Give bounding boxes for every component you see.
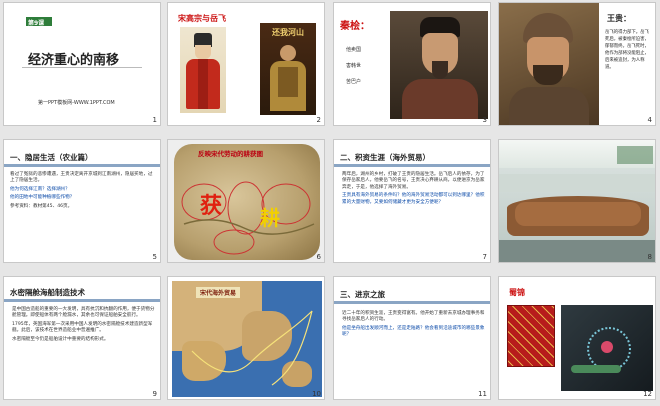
slide-bullets: 是中国古造船的重要的一大发明，具有抗沉和抗翻的作用，便于货物分舱管理。即使船体有… bbox=[12, 307, 156, 345]
title-bar-stripe bbox=[334, 301, 490, 304]
shu-brocade-peacock-image bbox=[561, 305, 653, 391]
title-bar-stripe bbox=[4, 164, 160, 167]
slide-bullets: 两年后，湖州的乡村，打破了王贵的隐居生活。岳飞后人的依存，为了保存岳家后人，他要… bbox=[342, 172, 486, 208]
big-char-harvest: 获 bbox=[200, 194, 223, 219]
slide-thumbnail-9[interactable]: 水密隔舱海船制造技术 是中国古造船的重要的一大发明，具有抗沉和抗翻的作用，便于货… bbox=[3, 276, 161, 400]
bullet-item-3: 苦巴户 bbox=[346, 79, 362, 85]
slide-thumbnail-3[interactable]: 秦桧： 他卖国 害韩世 苦巴户 3 bbox=[333, 2, 491, 126]
big-char-plough: 耕 bbox=[260, 206, 280, 230]
qin-hui-portrait-image bbox=[390, 11, 488, 119]
slide-number: 12 bbox=[643, 390, 652, 398]
slide-bullets: 近二十年的积资生涯，王贵变得富有。他开始了重新去京城办理事务和寻找岳家后人的行动… bbox=[342, 311, 486, 341]
bullet-2: 1795年，英国海军第一次采用中国人发明的水密隔舱技术建造新型军舰。此后，该技术… bbox=[12, 321, 153, 334]
bullet-1: 近二十年的积资生涯，王贵变得富有。他开始了重新去京城办理事务和寻找岳家后人的行动… bbox=[342, 311, 485, 323]
bullet-2: 他是坐舟船出发顺河而上，还是走陆路？他会看到沿途城市的哪些景象呢？ bbox=[342, 325, 485, 338]
title-bar-stripe bbox=[4, 299, 160, 302]
bullet-4: 参考资料：教材第45、46页。 bbox=[10, 203, 73, 209]
slide-title: 王贵： bbox=[607, 14, 631, 23]
painting-outlines bbox=[181, 181, 315, 255]
bullet-1: 看过了冤狱的悲惨遭遇，王贵决定离开京城到江南湖州，隐居买地，过上了隐居生活。 bbox=[10, 172, 153, 184]
slide-thumbnail-4[interactable]: 王贵： 岳飞的得力部下。岳飞死后，被秦桧所迫害，郁郁而终。岳飞死时，他作为部将没… bbox=[498, 2, 656, 126]
slide-thumbnail-12[interactable]: 蜀锦 12 bbox=[498, 276, 656, 400]
slide-thumbnail-2[interactable]: 宋高宗与岳飞 还我河山 2 bbox=[167, 2, 325, 126]
slide-number: 4 bbox=[647, 116, 652, 124]
slide-thumbnail-10[interactable]: 宋代海外贸易 10 bbox=[167, 276, 325, 400]
bullet-item-2: 害韩世 bbox=[346, 63, 362, 69]
slide-thumbnail-5[interactable]: 一、隐居生活（农业篇） 看过了冤狱的悲惨遭遇，王贵决定离开京城到江南湖州，隐居买… bbox=[3, 139, 161, 263]
slide-thumbnail-1[interactable]: 第9课 经济重心的南移 第一PPT模板网-WWW.1PPT.COM 1 bbox=[3, 2, 161, 126]
slide-thumbnail-8[interactable]: 8 bbox=[498, 139, 656, 263]
slide-number: 5 bbox=[152, 253, 157, 261]
wang-gui-portrait-image bbox=[499, 3, 599, 125]
slide-number: 3 bbox=[482, 116, 487, 124]
slide-number: 10 bbox=[312, 390, 321, 398]
bullet-1: 是中国古造船的重要的一大发明，具有抗沉和抗翻的作用，便于货物分舱管理。即使船体有… bbox=[12, 307, 155, 319]
bullet-2: 他为何选择江南？选择湖州？ bbox=[10, 186, 70, 192]
slide-title: 宋高宗与岳飞 bbox=[178, 14, 226, 23]
slide-title: 反映宋代劳动的耕获图 bbox=[198, 150, 263, 158]
slide-number: 1 bbox=[152, 116, 157, 124]
emperor-portrait-image bbox=[180, 27, 226, 113]
slide-number: 2 bbox=[316, 116, 321, 124]
slide-title: 经济重心的南移 bbox=[28, 53, 120, 68]
bullet-1: 两年后，湖州的乡村，打破了王贵的隐居生活。岳飞后人的依存，为了保存岳家后人，他要… bbox=[342, 172, 485, 190]
slide-number: 8 bbox=[647, 253, 652, 261]
slide-thumbnail-6[interactable]: 反映宋代劳动的耕获图 获 耕 6 bbox=[167, 139, 325, 263]
slide-title: 水密隔舱海船制造技术 bbox=[10, 288, 85, 297]
lesson-badge-label: 第9课 bbox=[28, 20, 45, 27]
title-bar-stripe bbox=[334, 164, 490, 167]
slide-body-text: 岳飞的得力部下。岳飞死后，被秦桧所迫害，郁郁而终。岳飞死时，他作为部将没能阻止，… bbox=[605, 30, 649, 70]
slide-thumbnail-7[interactable]: 二、积资生涯（海外贸易） 两年后，湖州的乡村，打破了王贵的隐居生活。岳飞后人的依… bbox=[333, 139, 491, 263]
shu-brocade-red-image bbox=[507, 305, 555, 367]
slide-bullets: 看过了冤狱的悲惨遭遇，王贵决定离开京城到江南湖州，隐居买地，过上了隐居生活。 他… bbox=[10, 172, 156, 212]
calligraphy-banner: 还我河山 bbox=[272, 28, 304, 37]
footer-text: 第一PPT模板网-WWW.1PPT.COM bbox=[38, 100, 115, 106]
slide-title: 一、隐居生活（农业篇） bbox=[10, 153, 93, 162]
trade-route-lines bbox=[191, 310, 313, 386]
trade-route-map-image: 宋代海外贸易 bbox=[172, 281, 322, 397]
bullet-item-1: 他卖国 bbox=[346, 47, 362, 53]
slide-number: 7 bbox=[482, 253, 487, 261]
bullet-3: 他的田地中可能种植哪些作物？ bbox=[10, 195, 75, 201]
slide-title: 二、积资生涯（海外贸易） bbox=[340, 153, 430, 162]
slide-title: 三、进京之旅 bbox=[340, 290, 385, 299]
slide-number: 9 bbox=[152, 390, 157, 398]
farming-painting-image bbox=[174, 144, 320, 260]
slide-number: 6 bbox=[316, 253, 321, 261]
map-title-banner: 宋代海外贸易 bbox=[196, 287, 241, 298]
slide-number: 11 bbox=[478, 390, 487, 398]
title-underline bbox=[22, 67, 142, 68]
general-painting-image: 还我河山 bbox=[260, 23, 316, 115]
slide-title: 秦桧： bbox=[340, 21, 370, 32]
bullet-3: 水密隔舱至今仍是船舶设计中重要的结构形式。 bbox=[12, 336, 109, 342]
slide-thumbnail-11[interactable]: 三、进京之旅 近二十年的积资生涯，王贵变得富有。他开始了重新去京城办理事务和寻找… bbox=[333, 276, 491, 400]
slide-title: 蜀锦 bbox=[509, 288, 525, 297]
ship-museum-photo bbox=[499, 140, 655, 262]
bullet-2: 王贵具有海外贸易的条件吗？他的海外贸易活动都可以到达哪里？他积累的大量财物，又要… bbox=[342, 193, 485, 205]
